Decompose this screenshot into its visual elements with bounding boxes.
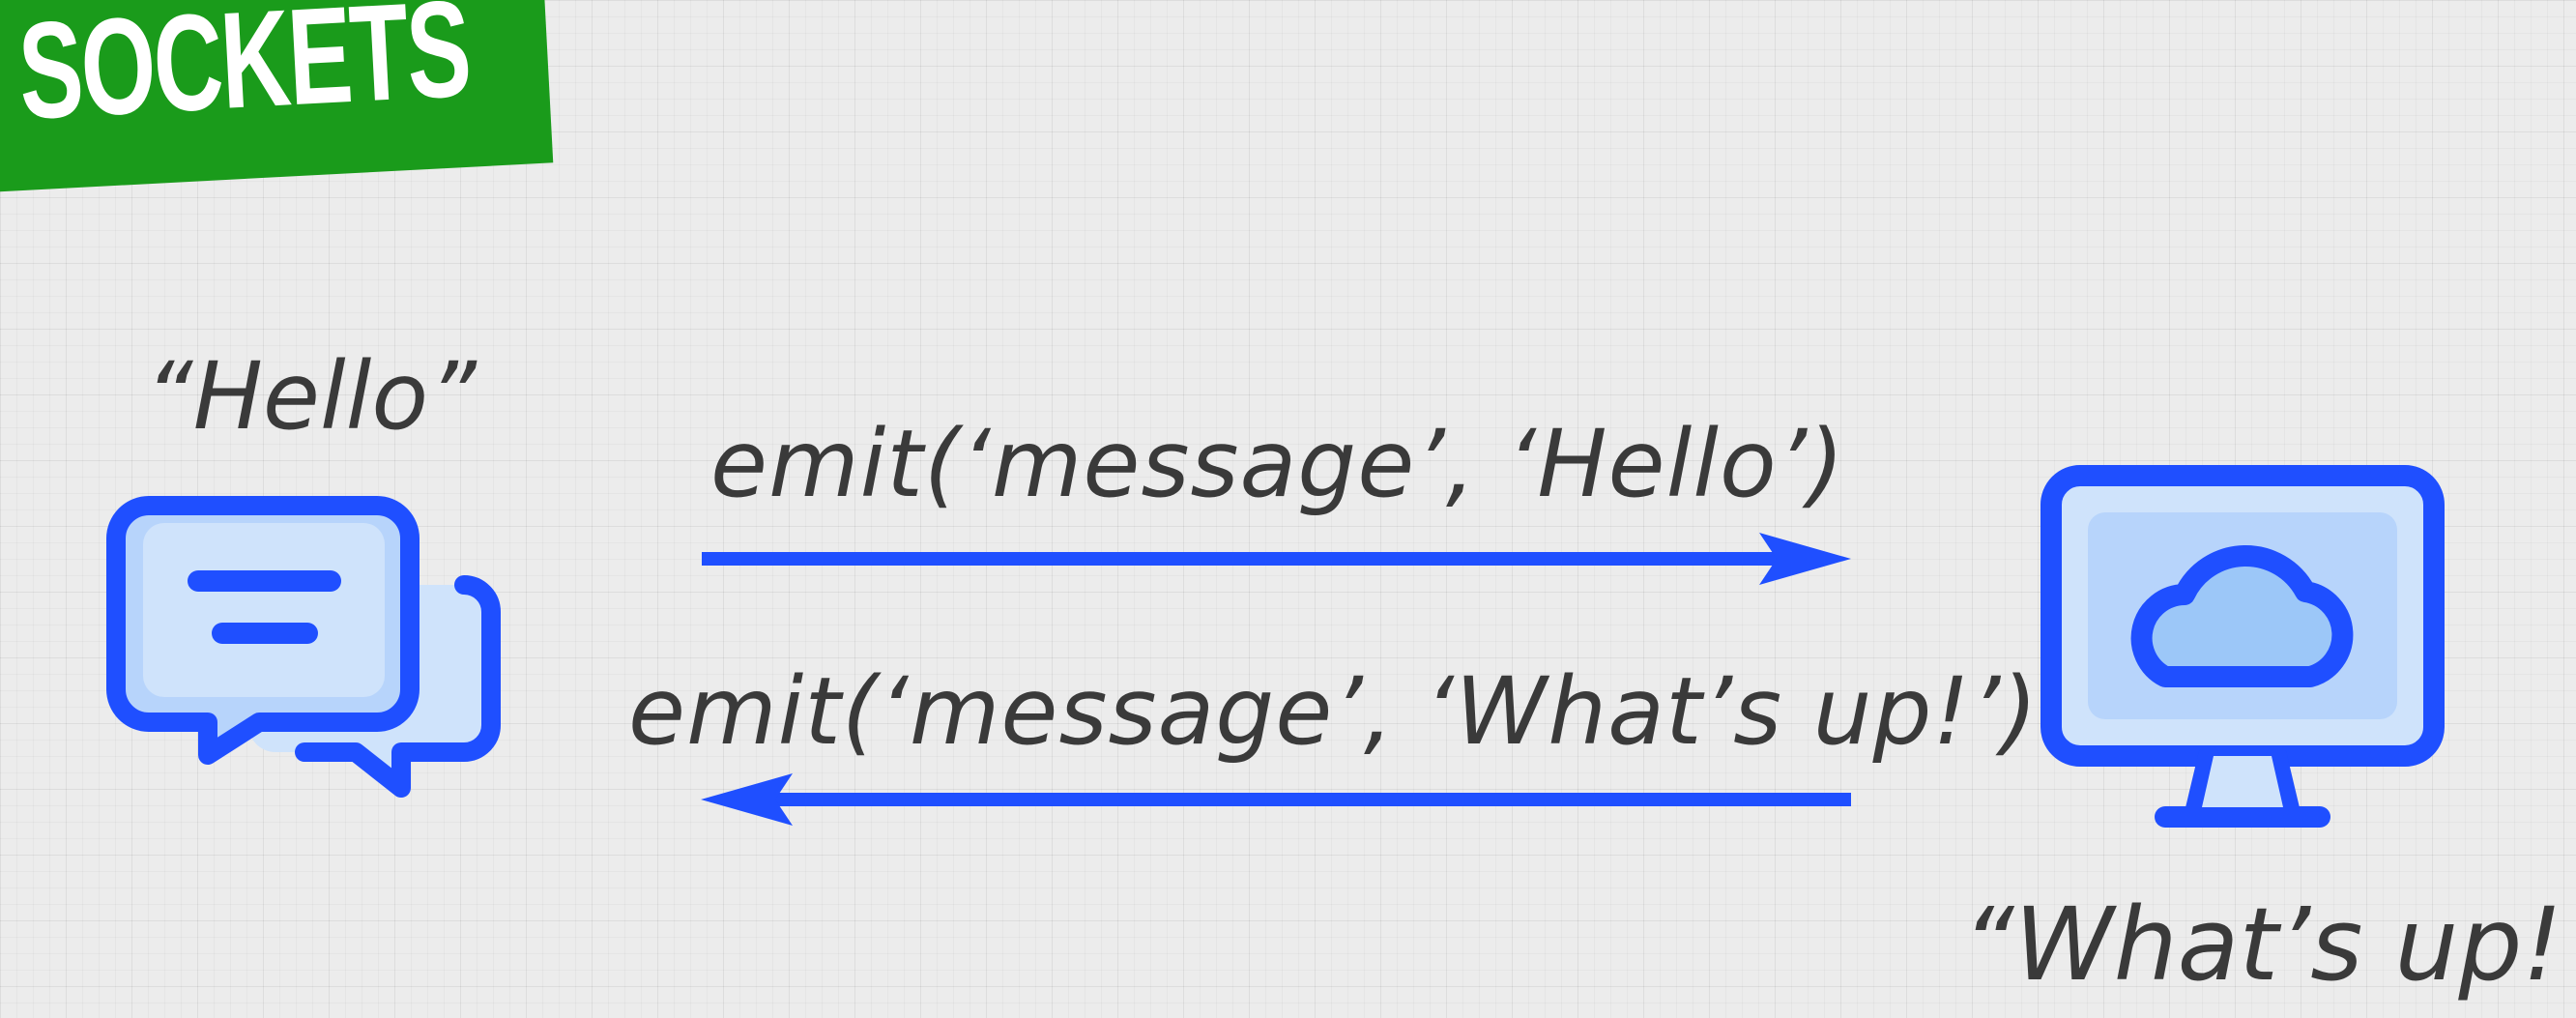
monitor-cloud-icon xyxy=(2041,465,2445,828)
chat-bubbles-icon xyxy=(106,496,501,798)
banner-title: SOCKETS xyxy=(14,0,474,149)
chat-bubble-front xyxy=(106,496,420,765)
arrow-right xyxy=(702,533,1851,585)
emit-hello-label: emit(‘message’, ‘Hello’) xyxy=(710,410,1845,518)
emit-whats-up-label: emit(‘message’, ‘What’s up!’) xyxy=(628,657,2039,766)
arrow-left xyxy=(701,773,1851,826)
server-quote: “What’s up!” xyxy=(1962,886,2576,1003)
client-quote: “Hello” xyxy=(145,342,477,451)
